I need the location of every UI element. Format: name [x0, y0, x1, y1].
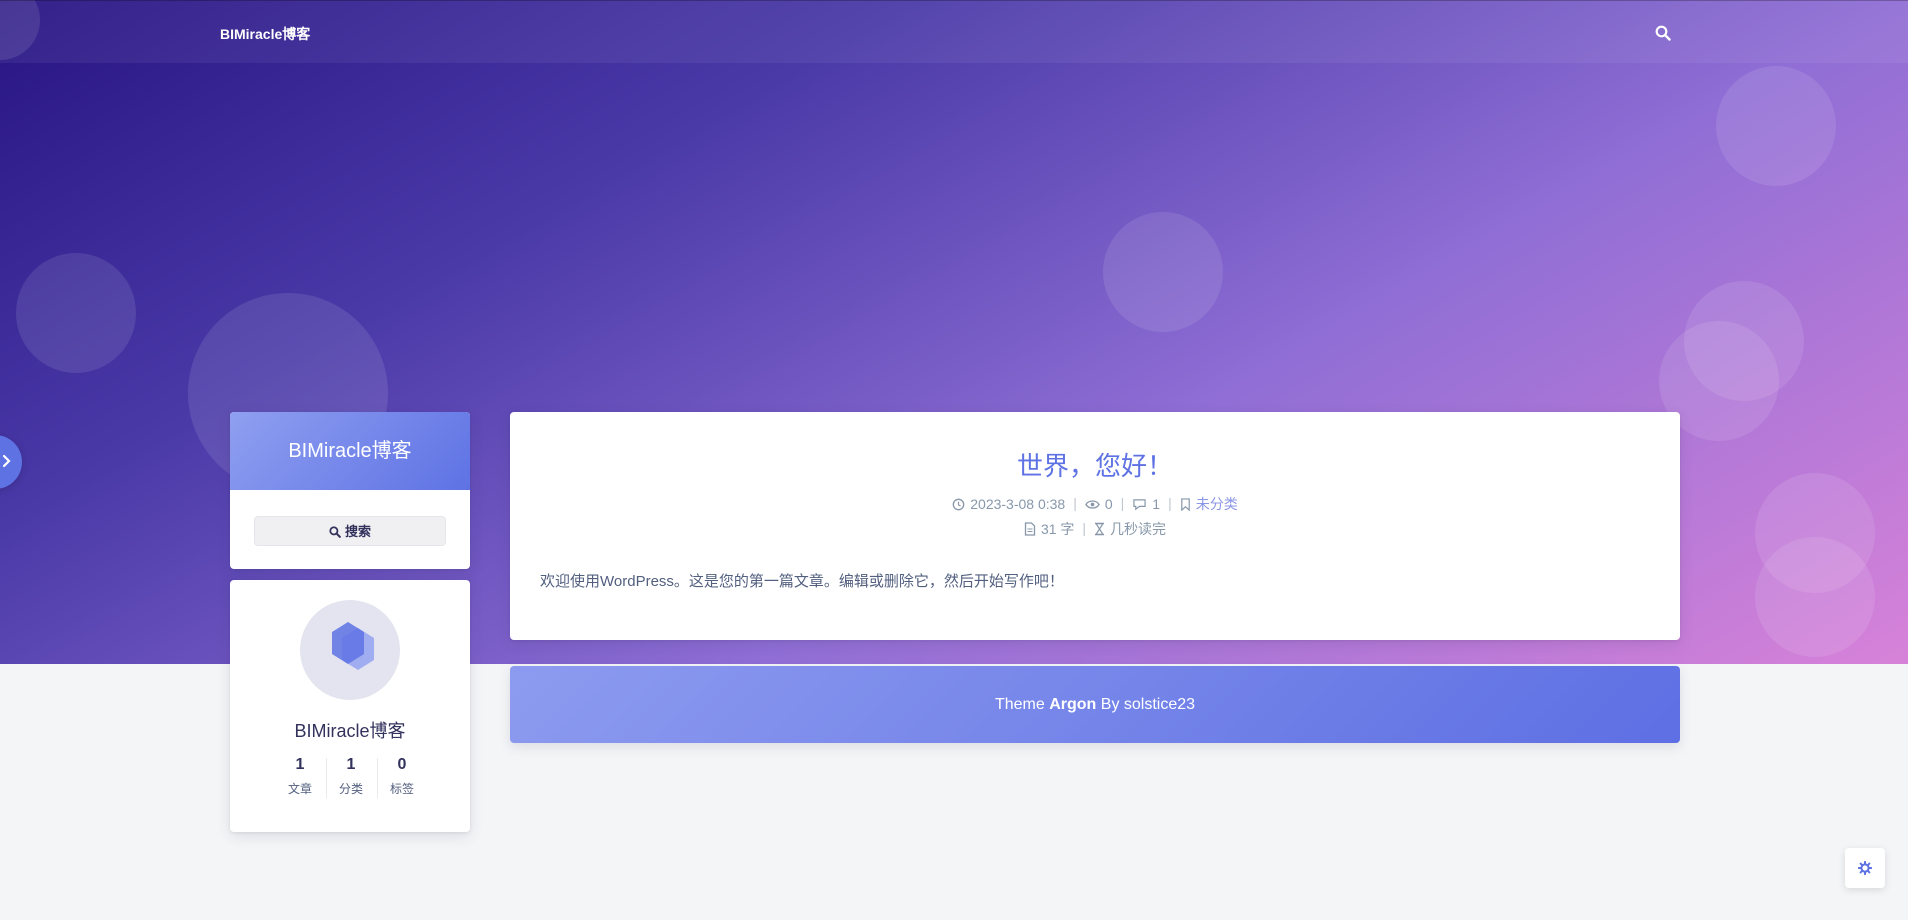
- site-brand-link[interactable]: BIMiracle博客: [220, 24, 310, 44]
- post-views: 0: [1085, 496, 1113, 512]
- footer-theme-link[interactable]: Argon: [1049, 696, 1096, 713]
- author-card: BIMiracle博客 1 文章 1 分类 0 标签: [230, 580, 470, 832]
- sidebar-title: BIMiracle博客: [230, 412, 470, 490]
- post-category[interactable]: 未分类: [1180, 494, 1238, 514]
- post-comments-count: 1: [1152, 496, 1161, 512]
- decor-circle: [16, 253, 136, 373]
- top-navbar: BIMiracle博客: [0, 0, 1908, 63]
- post-title-link[interactable]: 世界，您好！: [510, 446, 1680, 483]
- post-excerpt: 欢迎使用WordPress。这是您的第一篇文章。编辑或删除它，然后开始写作吧！: [540, 573, 1064, 590]
- decor-circle: [1716, 66, 1836, 186]
- stat-tags[interactable]: 0 标签: [376, 756, 428, 797]
- post-views-count: 0: [1104, 496, 1113, 512]
- footer: Theme Argon By solstice23: [510, 666, 1680, 743]
- avatar[interactable]: [300, 600, 400, 700]
- stat-label: 标签: [389, 782, 414, 796]
- post-category-link[interactable]: 未分类: [1196, 496, 1238, 512]
- comment-icon: [1132, 496, 1152, 512]
- post-comments[interactable]: 1: [1132, 496, 1160, 512]
- stat-label: 文章: [287, 782, 312, 796]
- hourglass-icon: [1094, 521, 1110, 537]
- post-date-text: 2023-3-08 0:38: [970, 496, 1066, 512]
- sidebar-search-label: 搜索: [344, 524, 371, 539]
- post-word-count: 31 字: [1024, 519, 1074, 539]
- author-name: BIMiracle博客: [294, 721, 406, 741]
- post-read-time-text: 几秒读完: [1110, 521, 1167, 537]
- post-word-count-text: 31 字: [1040, 521, 1075, 537]
- footer-prefix: Theme: [994, 696, 1045, 713]
- stat-posts[interactable]: 1 文章: [274, 756, 326, 797]
- stat-label: 分类: [338, 782, 363, 796]
- stat-value: 1: [295, 756, 305, 773]
- post-meta-row-2: 31 字 | 几秒读完: [510, 519, 1680, 539]
- post-meta-row: 2023-3-08 0:38 | 0 | 1 | 未分类: [510, 494, 1680, 514]
- settings-button[interactable]: [1845, 848, 1885, 888]
- bookmark-icon: [1180, 496, 1196, 512]
- stat-categories[interactable]: 1 分类: [325, 756, 377, 797]
- sidebar-search-button[interactable]: 搜索: [254, 516, 446, 546]
- file-icon: [1024, 521, 1041, 537]
- search-icon: [329, 524, 345, 539]
- post-card: 世界，您好！ 2023-3-08 0:38 | 0 | 1 | 未分类 31 字 | 几秒读完 …: [510, 412, 1680, 640]
- search-icon[interactable]: [1655, 25, 1671, 41]
- clock-icon: [952, 496, 970, 512]
- eye-icon: [1085, 496, 1105, 512]
- decor-circle: [1755, 537, 1875, 657]
- decor-circle: [1103, 212, 1223, 332]
- post-read-time: 几秒读完: [1094, 519, 1166, 539]
- footer-suffix: By solstice23: [1100, 696, 1196, 713]
- stat-value: 0: [397, 756, 407, 773]
- sidebar-site-card: BIMiracle博客 搜索: [230, 412, 470, 569]
- stat-value: 1: [346, 756, 356, 773]
- post-date: 2023-3-08 0:38: [952, 496, 1065, 512]
